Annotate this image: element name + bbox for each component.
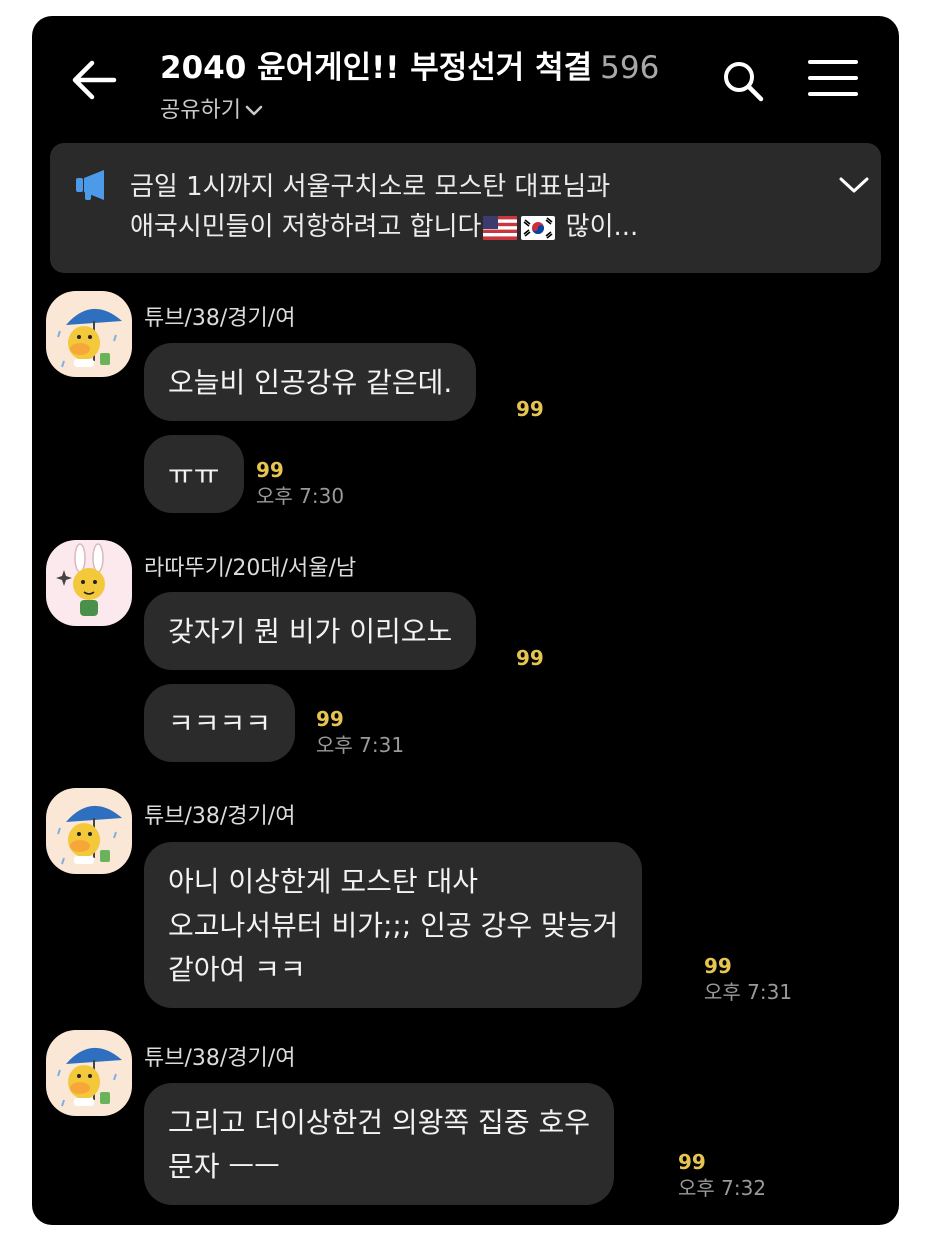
notice-line-2-text: 애국시민들이 저항하려고 합니다: [130, 212, 482, 242]
notice-line-2: 애국시민들이 저항하려고 합니다 많이...: [130, 207, 790, 247]
sender-name: 튜브/38/경기/여: [144, 804, 296, 829]
message-bubble[interactable]: 그리고 더이상한건 의왕쪽 집중 호우 문자 ㅡㅡ: [144, 1083, 615, 1205]
unread-count: 99: [516, 397, 544, 421]
notice-text: 금일 1시까지 서울구치소로 모스탄 대표님과 애국시민들이 저항하려고 합니다…: [130, 167, 790, 247]
message-time: 오후 7:31: [704, 980, 793, 1004]
avatar[interactable]: [46, 1030, 132, 1116]
unread-count: 99: [256, 458, 284, 482]
message-time: 오후 7:31: [316, 733, 405, 757]
member-count: 596: [600, 50, 660, 86]
hamburger-menu-icon: [808, 60, 858, 96]
chevron-down-icon: [245, 105, 263, 116]
message-meta: 99 오후 7:30: [256, 457, 344, 509]
unread-count: 99: [678, 1150, 706, 1174]
back-button[interactable]: [68, 54, 120, 106]
unread-count: 99: [704, 954, 732, 978]
message-meta: 99 오후 7:31: [704, 953, 792, 1005]
message-meta: 99 오후 7:31: [316, 706, 404, 758]
chevron-down-icon[interactable]: [838, 175, 870, 195]
message-bubble[interactable]: ㅋㅋㅋㅋ: [144, 684, 296, 762]
tube-umbrella-icon: [57, 308, 122, 368]
arrow-left-icon: [72, 60, 117, 100]
message-text: ㅋㅋㅋㅋ: [168, 707, 272, 740]
avatar[interactable]: [46, 291, 132, 377]
unread-count: 99: [516, 646, 544, 670]
sender-name: 튜브/38/경기/여: [144, 306, 296, 331]
sender-name: 라따뚜기/20대/서울/남: [144, 556, 357, 581]
chat-room-name: 2040 윤어게인!! 부정선거 척결: [160, 50, 593, 86]
us-flag-icon: [483, 215, 518, 240]
message-time: 오후 7:32: [678, 1176, 767, 1200]
avatar[interactable]: [46, 540, 132, 626]
notice-line-2-tail: 많이...: [557, 212, 639, 242]
message-text: 갖자기 뭔 비가 이리오노: [168, 615, 453, 648]
message-text: 오늘비 인공강유 같은데.: [168, 366, 453, 399]
message-bubble[interactable]: ㅠㅠ: [144, 435, 244, 513]
message-text-line: 오고나서뷰터 비가;;; 인공 강우 맞능거: [168, 909, 619, 942]
sender-name: 튜브/38/경기/여: [144, 1046, 296, 1071]
message-bubble[interactable]: 아니 이상한게 모스탄 대사 오고나서뷰터 비가;;; 인공 강우 맞능거 같아…: [144, 842, 643, 1008]
rabbit-character-icon: [56, 543, 105, 616]
tube-umbrella-icon: [57, 805, 122, 865]
unread-count: 99: [316, 707, 344, 731]
share-label: 공유하기: [160, 98, 241, 123]
chat-title: 2040 윤어게인!! 부정선거 척결 596: [160, 42, 659, 87]
search-button[interactable]: [720, 58, 766, 104]
message-meta: 99 오후 7:32: [678, 1149, 766, 1201]
message-meta: 99: [516, 645, 544, 671]
chat-window: 2040 윤어게인!! 부정선거 척결 596 공유하기 금일 1시까지 서울구치…: [32, 16, 899, 1225]
message-meta: 99: [516, 396, 544, 422]
message-text-line: 그리고 더이상한건 의왕쪽 집중 호우: [168, 1106, 591, 1139]
avatar[interactable]: [46, 788, 132, 874]
chat-title-area[interactable]: 2040 윤어게인!! 부정선거 척결 596: [160, 42, 659, 87]
search-icon: [724, 62, 764, 102]
notice-line-1: 금일 1시까지 서울구치소로 모스탄 대표님과: [130, 172, 611, 202]
megaphone-icon: [76, 170, 104, 200]
message-text-line: 같아여 ㅋㅋ: [168, 953, 306, 986]
message-bubble[interactable]: 갖자기 뭔 비가 이리오노: [144, 592, 477, 670]
message-text: ㅠㅠ: [168, 458, 220, 491]
kr-flag-icon: [521, 215, 556, 240]
message-time: 오후 7:30: [256, 484, 345, 508]
message-bubble[interactable]: 오늘비 인공강유 같은데.: [144, 343, 477, 421]
message-text-line: 아니 이상한게 모스탄 대사: [168, 865, 479, 898]
tube-umbrella-icon: [57, 1047, 122, 1107]
chat-header: 2040 윤어게인!! 부정선거 척결 596 공유하기: [32, 16, 899, 136]
share-button[interactable]: 공유하기: [160, 92, 263, 124]
message-text-line: 문자 ㅡㅡ: [168, 1150, 280, 1183]
pinned-notice[interactable]: 금일 1시까지 서울구치소로 모스탄 대표님과 애국시민들이 저항하려고 합니다…: [50, 143, 881, 273]
menu-button[interactable]: [808, 58, 858, 98]
